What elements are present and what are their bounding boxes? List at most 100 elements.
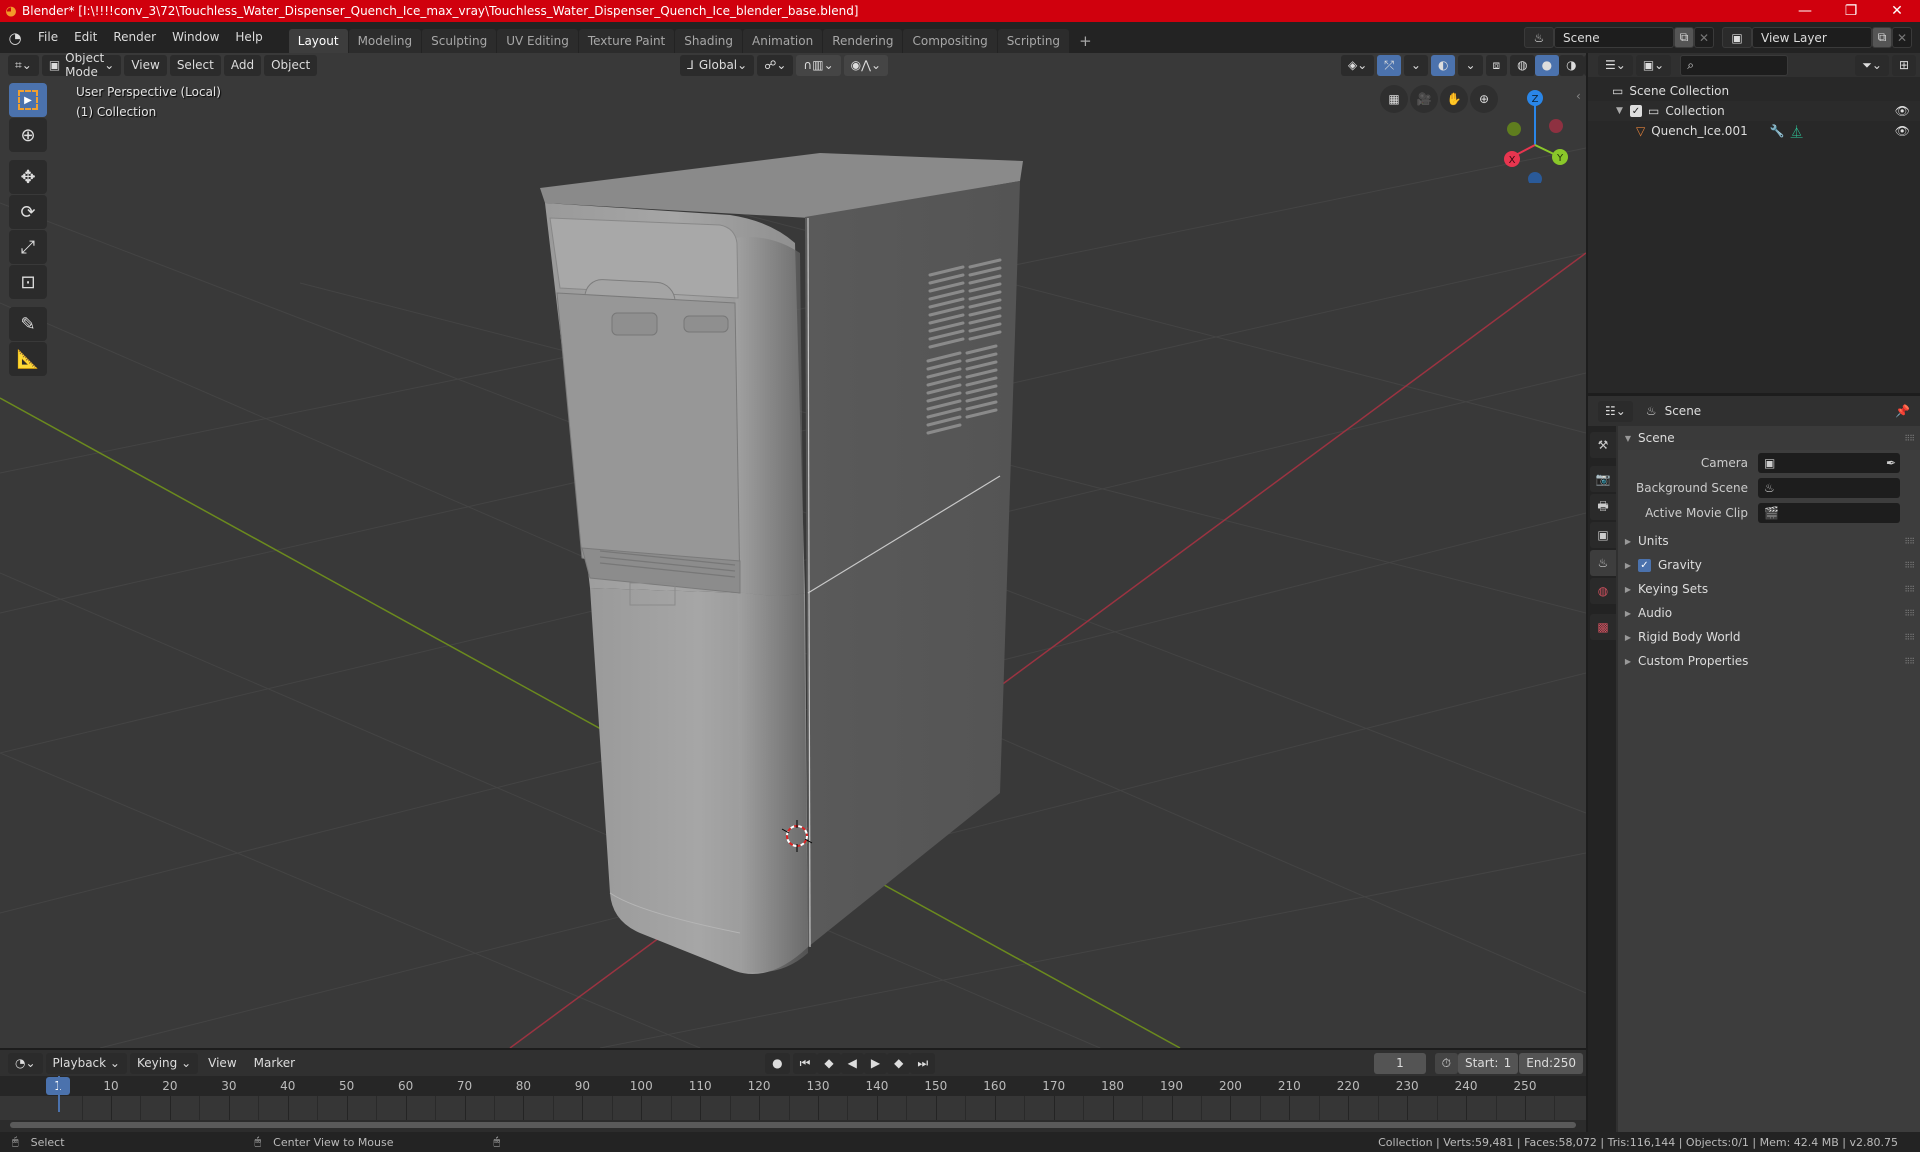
tab-scene[interactable]: ♨ [1590,550,1616,576]
panel-keying-sets[interactable]: ▶ Keying Sets ⠿⠿ [1618,577,1920,601]
shading-material[interactable]: ◑ [1559,54,1584,76]
eye-icon[interactable]: 👁 [1895,104,1910,118]
modifier-wrench-icon[interactable]: 🔧 [1770,124,1785,138]
pan-view-button[interactable]: ✋ [1440,85,1468,113]
outliner-item-object[interactable]: ▽ Quench_Ice.001 🔧 ⏅ 👁 [1588,121,1920,141]
jump-start-button[interactable]: ⏮ [792,1052,818,1074]
drag-handle-icon[interactable]: ⠿⠿ [1904,657,1915,666]
menu-help[interactable]: Help [227,22,270,53]
use-preview-range-button[interactable]: ⏱ [1434,1052,1459,1074]
tool-annotate[interactable]: ✎ [9,307,47,341]
gizmo-neg-y[interactable] [1507,122,1521,136]
close-button[interactable]: ✕ [1874,3,1920,19]
tool-move[interactable]: ✥ [9,160,47,194]
shading-rendered[interactable]: ◎ [1583,54,1586,76]
timeline-tracks[interactable] [0,1076,1586,1120]
editor-type-button[interactable]: ⌗ ⌄ [8,54,39,76]
menu-playback[interactable]: Playback ⌄ [45,1052,127,1074]
panel-rigid-body-world[interactable]: ▶ Rigid Body World ⠿⠿ [1618,625,1920,649]
tab-sculpting[interactable]: Sculpting [422,29,497,53]
transform-orientation-dropdown[interactable]: ⅃ Global ⌄ [680,54,755,76]
end-frame-field[interactable]: End: 250 [1519,1052,1583,1074]
overlays-dropdown[interactable]: ⌄ [1458,54,1483,76]
filter-dropdown[interactable]: ⏷ ⌄ [1855,54,1889,76]
delete-scene-button[interactable]: ✕ [1694,27,1714,48]
tab-world[interactable]: ◍ [1590,578,1616,604]
delete-view-layer-button[interactable]: ✕ [1892,27,1912,48]
play-reverse-button[interactable]: ◀ [840,1052,864,1074]
toggle-camera-view-button[interactable]: ▦ [1380,85,1408,113]
gizmo-dropdown[interactable]: ⌄ [1403,54,1428,76]
minimize-button[interactable]: — [1782,3,1828,19]
panel-audio[interactable]: ▶ Audio ⠿⠿ [1618,601,1920,625]
outliner-editor-type-button[interactable]: ☰ ⌄ [1598,54,1633,76]
display-mode-dropdown[interactable]: ▣ ⌄ [1635,54,1672,76]
collection-checkbox[interactable]: ✓ [1630,105,1642,117]
tool-transform[interactable]: ⊡ [9,265,47,299]
start-frame-field[interactable]: Start: 1 [1458,1052,1519,1074]
panel-gravity[interactable]: ▶ ✓ Gravity ⠿⠿ [1618,553,1920,577]
camera-view-button[interactable]: 🎥 [1410,85,1438,113]
tab-layout[interactable]: Layout [288,29,348,53]
menu-marker[interactable]: Marker [247,1053,302,1074]
outliner-item-collection[interactable]: ▼ ✓ ▭ Collection 👁 [1588,101,1920,121]
play-button[interactable]: ▶ [863,1052,888,1074]
eye-icon[interactable]: 👁 [1895,124,1910,138]
tab-modeling[interactable]: Modeling [348,29,422,53]
new-scene-button[interactable]: ⧉ [1674,27,1694,48]
zoom-view-button[interactable]: ⊕ [1470,85,1498,113]
expand-arrow-icon[interactable]: ▼ [1616,106,1630,116]
drag-handle-icon[interactable]: ⠿⠿ [1904,537,1915,546]
tab-compositing[interactable]: Compositing [903,29,997,53]
menu-timeline-view[interactable]: View [201,1053,243,1074]
overlays-toggle[interactable]: ◐ [1430,54,1456,76]
tab-rendering[interactable]: Rendering [823,29,903,53]
gravity-checkbox[interactable]: ✓ [1638,558,1651,572]
timeline-scrollbar[interactable] [10,1122,1576,1128]
properties-editor-type-button[interactable]: ☷ ⌄ [1598,400,1633,422]
shading-solid[interactable]: ● [1534,54,1560,76]
eyedropper-icon[interactable]: ✒ [1886,456,1896,470]
scene-browse-button[interactable]: ♨ [1524,27,1554,48]
drag-handle-icon[interactable]: ⠿⠿ [1904,609,1915,618]
mesh-data-icon[interactable]: ⏅ [1791,123,1803,140]
view-layer-browse-button[interactable]: ▣ [1722,27,1752,48]
next-keyframe-button[interactable]: ◆ [887,1052,911,1074]
tool-scale[interactable]: ⤢ [9,230,47,264]
tab-tool[interactable]: ⚒ [1590,432,1616,458]
gizmo-neg-x[interactable] [1549,119,1563,133]
add-workspace-button[interactable]: + [1070,29,1101,53]
tool-rotate[interactable]: ⟳ [9,195,47,229]
drag-handle-icon[interactable]: ⠿⠿ [1904,561,1915,570]
scene-name-field[interactable]: Scene [1554,27,1674,48]
tab-scripting[interactable]: Scripting [997,29,1070,53]
xray-toggle[interactable]: ⧈ [1485,54,1508,76]
tab-texture[interactable]: ▩ [1590,614,1616,640]
blender-menu-icon[interactable]: ◔ [0,29,30,47]
visibility-dropdown[interactable]: ◈ ⌄ [1341,54,1375,76]
tool-select-box[interactable]: ▶ [9,83,47,117]
new-view-layer-button[interactable]: ⧉ [1872,27,1892,48]
panel-scene[interactable]: ▼ Scene ⠿⠿ [1618,426,1920,450]
snap-toggle[interactable]: ∩ ▥ ⌄ [796,54,841,76]
panel-units[interactable]: ▶ Units ⠿⠿ [1618,529,1920,553]
menu-add[interactable]: Add [223,54,262,76]
tab-view-layer[interactable]: ▣ [1590,522,1616,548]
3d-viewport[interactable]: ⌗ ⌄ ▣ Object Mode ⌄ View Select Add Object … [0,53,1586,1048]
timeline-ruler[interactable]: 1 10203040506070809010011012013014015016… [0,1076,1586,1096]
gizmo-toggle[interactable]: ⤱ [1377,54,1401,76]
drag-handle-icon[interactable]: ⠿⠿ [1904,434,1915,443]
menu-keying[interactable]: Keying ⌄ [129,1052,199,1074]
prev-keyframe-button[interactable]: ◆ [817,1052,841,1074]
menu-edit[interactable]: Edit [66,22,105,53]
gizmo-neg-z[interactable] [1528,172,1542,183]
timeline-editor-type-button[interactable]: ◔ ⌄ [8,1052,43,1074]
sidebar-toggle-icon[interactable]: ‹ [1576,89,1581,103]
current-frame-field[interactable]: 1 [1374,1052,1426,1074]
active-movie-clip-field[interactable]: 🎬 [1758,502,1900,523]
view-layer-name-field[interactable]: View Layer [1752,27,1872,48]
tab-animation[interactable]: Animation [743,29,823,53]
menu-window[interactable]: Window [164,22,227,53]
maximize-button[interactable]: ❐ [1828,3,1874,19]
drag-handle-icon[interactable]: ⠿⠿ [1904,633,1915,642]
